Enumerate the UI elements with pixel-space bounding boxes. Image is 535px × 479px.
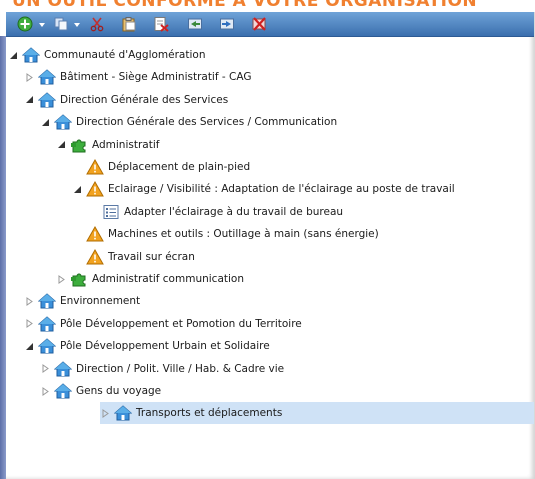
tree-node-label: Adapter l'éclairage à du travail de bure… <box>124 205 344 218</box>
house-icon <box>38 316 56 332</box>
tree-node-label: Pôle Développement Urbain et Solidaire <box>60 340 270 353</box>
puzzle-icon <box>70 271 88 287</box>
banner-title: UN OUTIL CONFORME A VOTRE ORGANISATION <box>12 0 478 11</box>
tree-node-label: Direction / Polit. Ville / Hab. & Cadre … <box>76 362 285 375</box>
tree-node[interactable]: Eclairage / Visibilité : Adaptation de l… <box>72 178 455 200</box>
expand-arrow-icon[interactable] <box>40 386 50 396</box>
copy-dropdown-caret[interactable] <box>73 20 81 28</box>
delete-document-icon <box>154 17 169 32</box>
house-icon <box>38 338 56 354</box>
delete-document-button[interactable] <box>152 15 170 33</box>
tree-node-label: Environnement <box>60 295 141 308</box>
warning-icon <box>86 181 104 197</box>
tree-node-label: Direction Générale des Services <box>60 93 229 106</box>
house-icon <box>22 47 40 63</box>
cut-icon <box>90 17 104 32</box>
warning-icon <box>86 226 104 242</box>
tree-node[interactable]: Pôle Développement et Pomotion du Territ… <box>24 313 302 335</box>
tree-node[interactable]: Machines et outils : Outillage à main (s… <box>72 223 379 245</box>
expand-arrow-icon[interactable] <box>24 296 34 306</box>
copy-button[interactable] <box>52 15 70 33</box>
tree-node[interactable]: Administratif communication <box>56 268 244 290</box>
tree-node[interactable]: Gens du voyage <box>40 380 161 402</box>
collapse-arrow-icon[interactable] <box>56 140 66 150</box>
tree-node-label: Gens du voyage <box>76 385 162 397</box>
add-dropdown-caret[interactable] <box>38 20 46 28</box>
add-button[interactable] <box>16 15 34 33</box>
tree-node-label: Bâtiment - Siège Administratif - CAG <box>60 71 252 84</box>
window-left-border <box>0 36 6 479</box>
tree-node-label: Communauté d'Agglomération <box>44 49 206 61</box>
remove-button[interactable] <box>250 15 268 33</box>
paste-icon <box>122 17 136 32</box>
tree-node-label: Administratif communication <box>92 273 244 285</box>
tree-node[interactable]: Déplacement de plain-pied <box>72 156 250 178</box>
export-icon <box>220 18 234 30</box>
tree-node[interactable]: Adapter l'éclairage à du travail de bure… <box>88 201 343 223</box>
tree-node-label: Travail sur écran <box>108 250 195 263</box>
expand-arrow-icon[interactable] <box>56 274 66 284</box>
tree-node-label: Administratif <box>92 138 160 151</box>
collapse-arrow-icon[interactable] <box>8 50 18 60</box>
expand-arrow-icon[interactable] <box>100 408 110 418</box>
import-button[interactable] <box>186 15 204 33</box>
add-icon <box>17 16 33 32</box>
collapse-arrow-icon[interactable] <box>24 341 34 351</box>
remove-icon <box>252 17 266 31</box>
tree-node-label: Direction Générale des Services / Commun… <box>76 116 338 129</box>
organization-tree: Communauté d'Agglomération Bâtiment - Siè… <box>8 40 534 479</box>
toolbar <box>6 12 534 37</box>
house-icon <box>54 114 72 130</box>
export-button[interactable] <box>218 15 236 33</box>
tree-node[interactable]: Environnement <box>24 290 140 312</box>
house-icon <box>38 92 56 108</box>
tree-node[interactable]: Travail sur écran <box>72 246 195 268</box>
tree-node-label: Déplacement de plain-pied <box>108 161 251 173</box>
tree-node[interactable]: Pôle Développement Urbain et Solidaire <box>24 335 270 357</box>
checklist-icon <box>102 204 120 220</box>
tree-node[interactable]: Direction Générale des Services / Commun… <box>40 111 337 133</box>
tree-node[interactable]: Bâtiment - Siège Administratif - CAG <box>24 66 251 88</box>
paste-button[interactable] <box>120 15 138 33</box>
tree-node-label: Transports et déplacements <box>136 407 283 420</box>
tree-node[interactable]: Communauté d'Agglomération <box>8 44 205 66</box>
house-icon <box>54 383 72 399</box>
copy-icon <box>54 17 68 31</box>
tree-node[interactable]: Transports et déplacements <box>100 402 534 425</box>
tree-node[interactable]: Direction / Polit. Ville / Hab. & Cadre … <box>40 358 284 380</box>
warning-icon <box>86 248 104 265</box>
tree-node[interactable]: Administratif <box>56 134 159 156</box>
collapse-arrow-icon[interactable] <box>72 184 82 194</box>
house-icon <box>38 69 56 85</box>
tree-node-label: Eclairage / Visibilité : Adaptation de l… <box>108 183 455 196</box>
cut-button[interactable] <box>88 15 106 33</box>
expand-arrow-icon[interactable] <box>24 72 34 82</box>
import-icon <box>188 18 202 30</box>
collapse-arrow-icon[interactable] <box>40 117 50 127</box>
expand-arrow-icon[interactable] <box>40 364 50 374</box>
tree-node-label: Machines et outils : Outillage à main (s… <box>108 228 379 241</box>
banner: UN OUTIL CONFORME A VOTRE ORGANISATION <box>0 0 535 12</box>
house-icon <box>114 405 132 421</box>
warning-icon <box>86 159 104 175</box>
tree-node-label: Pôle Développement et Pomotion du Territ… <box>60 317 302 330</box>
expand-arrow-icon[interactable] <box>24 319 34 329</box>
puzzle-icon <box>70 137 88 153</box>
house-icon <box>38 293 56 309</box>
house-icon <box>54 360 72 377</box>
collapse-arrow-icon[interactable] <box>24 95 34 105</box>
tree-node[interactable]: Direction Générale des Services <box>24 89 228 111</box>
